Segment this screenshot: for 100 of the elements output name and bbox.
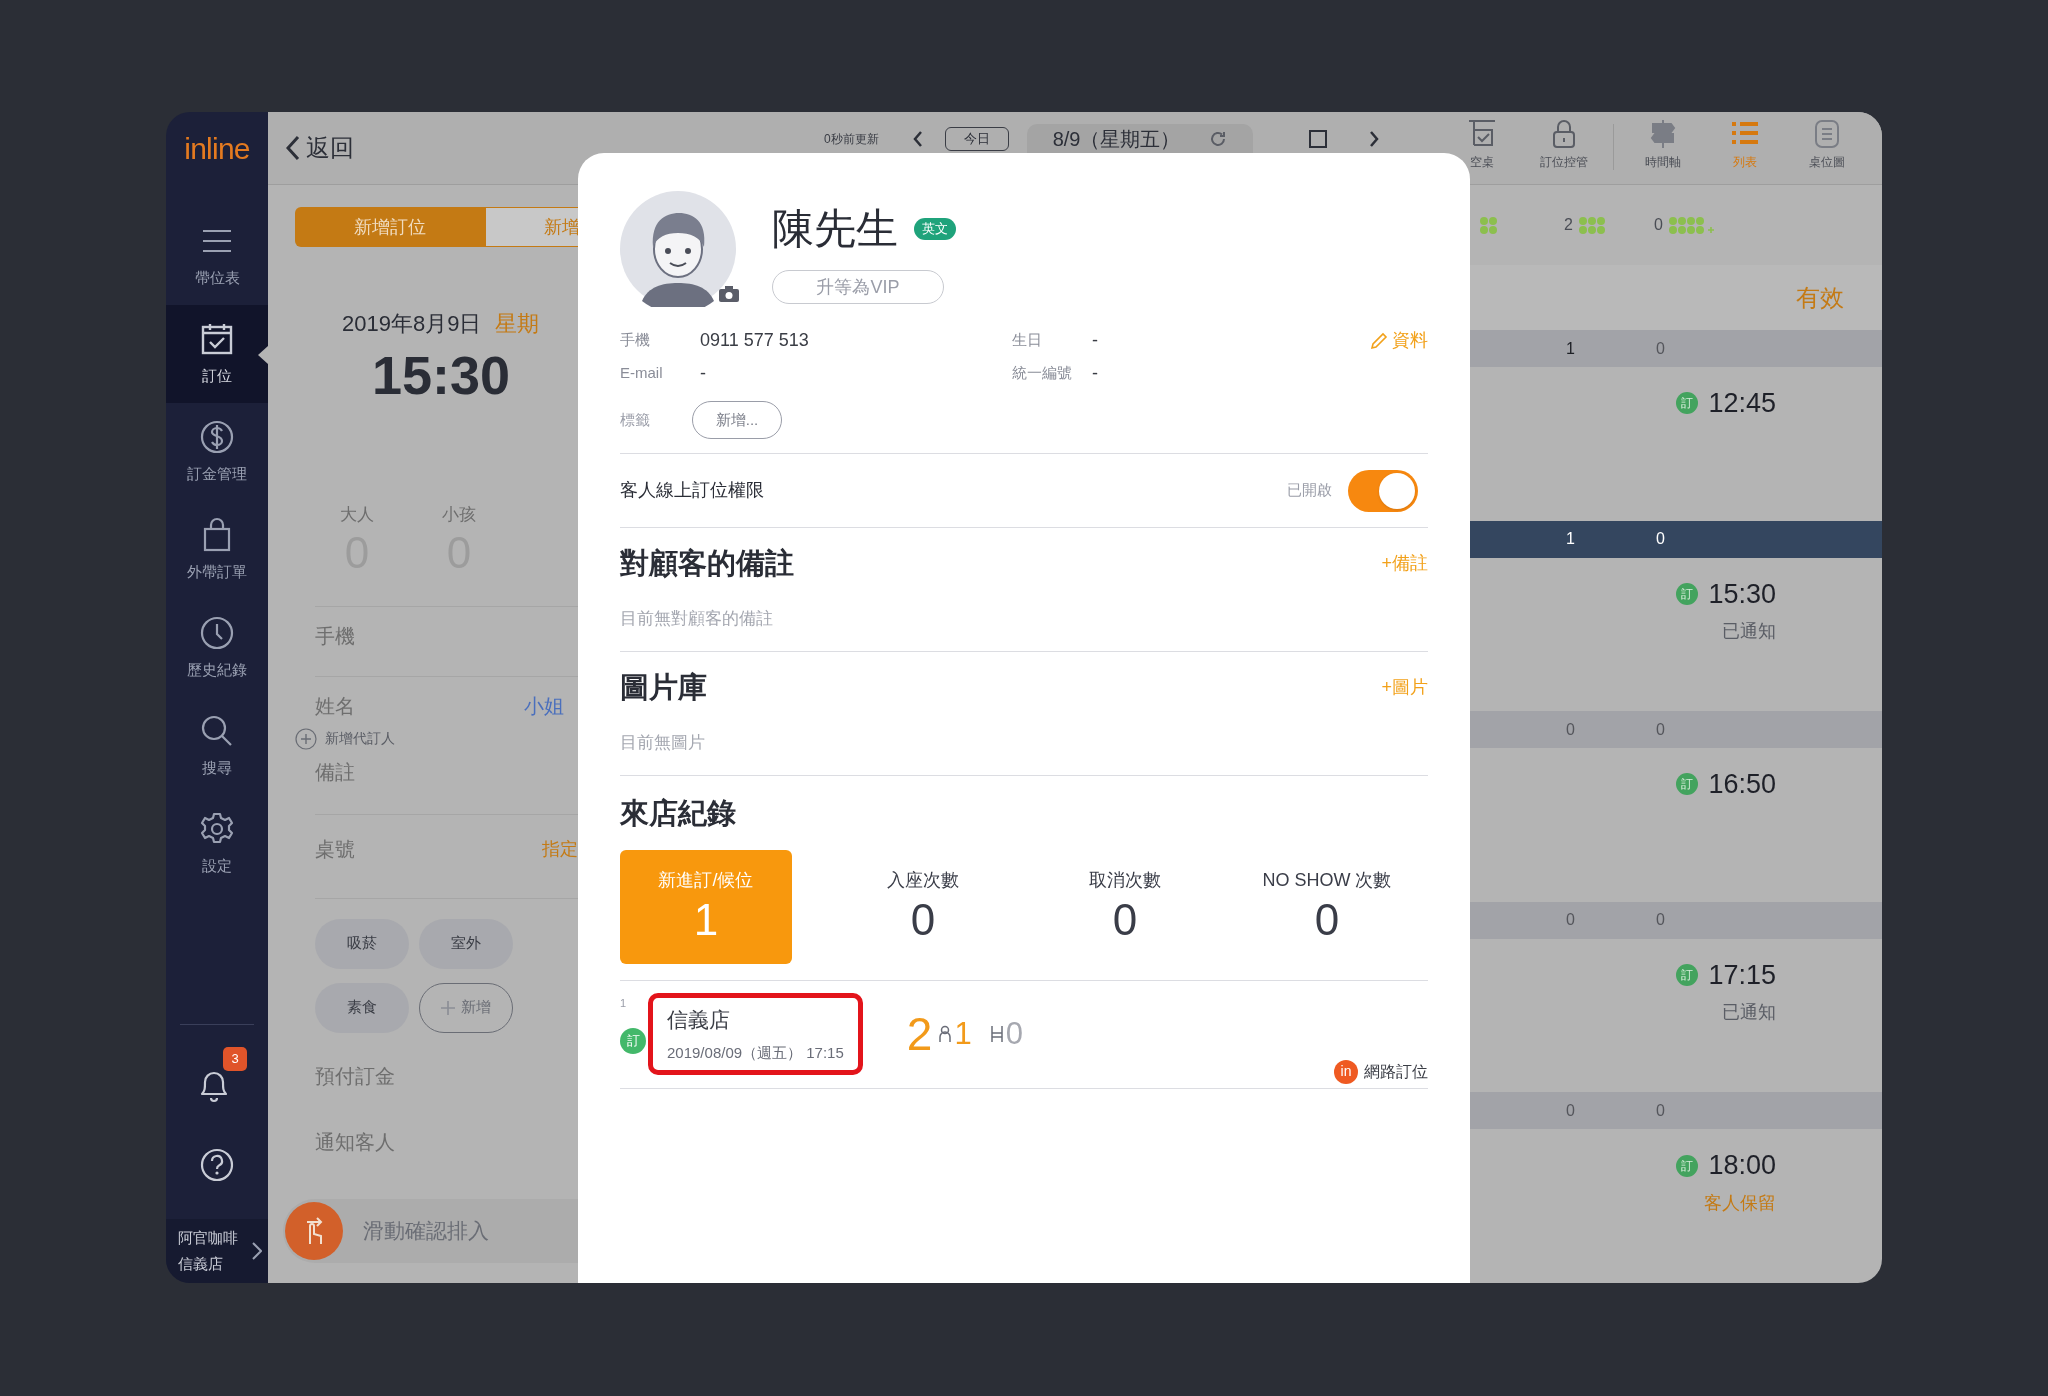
plus-circle-icon (295, 727, 317, 750)
high-chair-icon (989, 1025, 1004, 1043)
today-button[interactable]: 今日 (944, 127, 1009, 151)
time-slot-header[interactable]: 0 0 (1470, 901, 1882, 939)
time-slot-header[interactable]: 1 0 (1470, 520, 1882, 558)
refresh-icon (1208, 130, 1227, 148)
field-label: 標籤 (620, 409, 651, 430)
slot-count: 0 (1656, 719, 1665, 740)
camera-icon (718, 285, 740, 303)
empty-message: 目前無對顧客的備註 (620, 607, 773, 630)
stat-tab[interactable]: NO SHOW 次數 0 (1241, 849, 1413, 964)
sidebar-item[interactable]: 外帶訂單 (166, 501, 268, 599)
reservation-badge: 訂 (1676, 1154, 1699, 1177)
store-switcher[interactable]: 阿官咖啡 信義店 (166, 1219, 268, 1283)
booking-status: 已通知 (1722, 1001, 1776, 1025)
chevron-right-icon (252, 1242, 262, 1260)
field-label: 備註 (315, 759, 355, 785)
time-slot-header[interactable]: 0 0 (1470, 1092, 1882, 1130)
field-value: - (1092, 329, 1098, 352)
tag-chip[interactable]: 吸菸 (315, 918, 409, 969)
booking-time: 12:45 (1708, 387, 1776, 420)
section-title: 圖片庫 (620, 670, 707, 705)
source-label: 網路訂位 (1364, 1061, 1428, 1082)
slot-count: 1 (1566, 529, 1576, 550)
field-label: 手機 (620, 330, 651, 351)
adult-icon (938, 1025, 953, 1043)
slot-count: 0 (1656, 1100, 1665, 1121)
chevron-left-icon (912, 131, 923, 147)
stat-tab[interactable]: 取消次數 0 (1039, 849, 1211, 964)
permission-toggle[interactable] (1348, 469, 1418, 512)
sidebar-item[interactable]: 訂位 (166, 305, 268, 403)
customer-name: 陳先生 (772, 204, 898, 254)
toolbar-button[interactable]: 訂位控管 (1523, 118, 1605, 171)
section-title: 對顧客的備註 (620, 546, 794, 581)
chevron-left-icon (286, 135, 300, 161)
sidebar-item[interactable]: 搜尋 (166, 697, 268, 795)
dollar-icon (199, 418, 235, 455)
sidebar-item[interactable]: 歷史紀錄 (166, 599, 268, 697)
party-count: 2 (1564, 215, 1573, 235)
sidebar-item[interactable]: 帶位表 (166, 207, 268, 305)
weekday-text: 星期 (495, 310, 540, 338)
booking-time: 16:50 (1708, 768, 1776, 802)
date-picker[interactable]: 8/9（星期五） (1026, 124, 1253, 154)
field-label: 統一編號 (1012, 363, 1073, 384)
stat-tab[interactable]: 入座次數 0 (837, 849, 1009, 964)
field-label: 手機 (315, 624, 355, 649)
count-label: 大人 (340, 504, 374, 526)
tab[interactable]: 新增訂位 (295, 207, 485, 247)
add-tag-button[interactable]: 新增 (419, 982, 513, 1033)
time-slot-header[interactable]: 1 0 (1470, 330, 1882, 367)
visit-record[interactable]: 信義店 2019/08/09（週五） 17:15 (648, 993, 863, 1075)
last-updated-text: 0秒前更新 (824, 131, 879, 148)
count-label: 小孩 (442, 504, 476, 526)
reservation-badge: 訂 (1676, 964, 1699, 987)
chevron-right-icon (1368, 131, 1379, 147)
sidebar-item[interactable]: 訂金管理 (166, 403, 268, 501)
help-icon (199, 1147, 235, 1183)
party-size-icon (1480, 216, 1498, 234)
tag-chip[interactable]: 室外 (419, 918, 513, 969)
booking-status: 已通知 (1722, 620, 1776, 644)
store-name: 阿官咖啡 (178, 1228, 238, 1248)
field-label: 通知客人 (315, 1129, 395, 1155)
reservation-badge: 訂 (620, 1028, 646, 1054)
child-count: 0 (1005, 1014, 1023, 1053)
booking-time: 18:00 (1708, 1149, 1776, 1183)
empty-message: 目前無圖片 (620, 731, 705, 754)
party-size: 2 (906, 1006, 933, 1062)
field-label: 生日 (1012, 330, 1043, 351)
field-label: 桌號 (315, 837, 355, 862)
slot-count: 0 (1566, 719, 1576, 740)
slot-count: 0 (1566, 910, 1576, 931)
plus-icon (441, 1000, 455, 1015)
sidebar-item[interactable]: 設定 (166, 795, 268, 893)
toolbar-button[interactable]: 時間軸 (1622, 118, 1704, 171)
toolbar-button[interactable]: 空桌 (1441, 118, 1523, 171)
branch-name: 信義店 (178, 1254, 224, 1274)
date-text: 2019年8月9日 (342, 310, 482, 338)
permission-status: 已開啟 (1287, 480, 1332, 501)
party-size-icon (1668, 216, 1715, 234)
add-booker-button[interactable]: 新增代訂人 (295, 727, 578, 750)
slot-count: 0 (1656, 338, 1665, 359)
notification-badge: 3 (223, 1047, 247, 1071)
record-index: 1 (620, 995, 627, 1011)
booking-status: 客人保留 (1704, 1191, 1776, 1215)
booking-time: 15:30 (1708, 577, 1776, 611)
toolbar-button[interactable]: 桌位圖 (1786, 118, 1868, 171)
time-text: 15:30 (372, 344, 511, 406)
party-size-icon (1578, 216, 1606, 234)
reservation-badge: 訂 (1676, 392, 1699, 415)
title-value: 小姐 (524, 694, 564, 719)
slot-count: 1 (1566, 338, 1576, 359)
booking-time: 17:15 (1708, 958, 1776, 992)
back-button[interactable]: 返回 (286, 130, 354, 166)
reservation-badge: 訂 (1676, 582, 1699, 605)
source-badge: in (1334, 1059, 1358, 1084)
language-badge: 英文 (914, 217, 956, 240)
time-slot-header[interactable]: 0 0 (1470, 711, 1882, 749)
tag-chip[interactable]: 素食 (315, 982, 409, 1033)
slot-count: 0 (1656, 529, 1665, 550)
field-value: 0911 577 513 (700, 329, 809, 352)
